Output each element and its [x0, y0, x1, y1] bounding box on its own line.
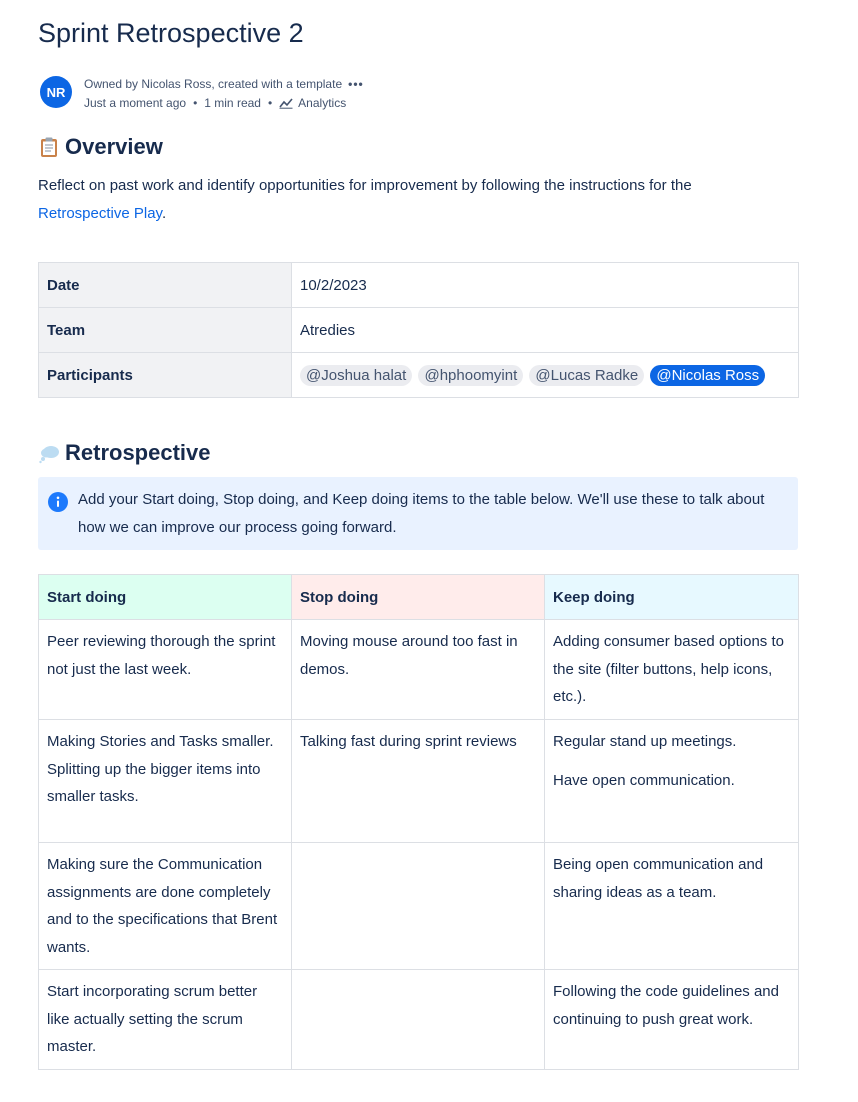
more-icon[interactable]: ••• [348, 77, 364, 91]
avatar[interactable]: NR [40, 76, 72, 108]
read-time: 1 min read [204, 96, 261, 110]
table-row: Peer reviewing thorough the sprint not j… [38, 619, 799, 720]
separator-dot: • [193, 96, 198, 110]
analytics-label: Analytics [298, 96, 347, 110]
start-doing-cell[interactable]: Making Stories and Tasks smaller. Splitt… [38, 719, 292, 843]
page-byline: NR Owned by Nicolas Ross, created with a… [40, 75, 640, 111]
overview-heading-text: Overview [65, 134, 163, 159]
table-row: Making Stories and Tasks smaller. Splitt… [38, 719, 799, 843]
table-row: Date 10/2/2023 [38, 262, 799, 308]
date-value[interactable]: 10/2/2023 [291, 262, 799, 308]
keep-doing-cell[interactable]: Adding consumer based options to the sit… [544, 619, 799, 720]
mention-lucas-radke[interactable]: @Lucas Radke [529, 364, 645, 386]
participants-value: @Joshua halat @hphoomyint @Lucas Radke @… [291, 352, 799, 398]
start-doing-cell[interactable]: Peer reviewing thorough the sprint not j… [38, 619, 292, 720]
team-value[interactable]: Atredies [291, 307, 799, 353]
info-panel: Add your Start doing, Stop doing, and Ke… [38, 477, 798, 550]
owner-text: Owned by Nicolas Ross, created with a te… [84, 77, 343, 91]
overview-period: . [161, 205, 167, 222]
team-label: Team [38, 307, 292, 353]
retro-board-table: Start doing Stop doing Keep doing Peer r… [38, 574, 799, 1070]
retrospective-play-link[interactable]: Retrospective Play [38, 205, 162, 222]
table-row: Start incorporating scrum better like ac… [38, 969, 799, 1070]
keep-doing-header: Keep doing [544, 574, 799, 620]
table-header-row: Start doing Stop doing Keep doing [38, 574, 799, 620]
start-doing-cell[interactable]: Making sure the Communication assignment… [38, 842, 292, 970]
analytics-link[interactable]: Analytics [279, 96, 346, 110]
last-updated[interactable]: Just a moment ago [84, 96, 186, 110]
start-doing-cell[interactable]: Start incorporating scrum better like ac… [38, 969, 292, 1070]
overview-description: Reflect on past work and identify opport… [38, 177, 692, 194]
info-panel-text: Add your Start doing, Stop doing, and Ke… [78, 491, 765, 536]
retrospective-heading-text: Retrospective [65, 440, 211, 465]
confluence-page: Sprint Retrospective 2 NR Owned by Nicol… [0, 0, 858, 1102]
start-doing-header: Start doing [38, 574, 292, 620]
page-title: Sprint Retrospective 2 [38, 18, 304, 48]
table-row: Making sure the Communication assignment… [38, 842, 799, 970]
stop-doing-cell[interactable]: Talking fast during sprint reviews [291, 719, 545, 843]
analytics-icon [279, 98, 293, 109]
overview-heading: Overview [38, 134, 163, 160]
stop-doing-cell[interactable] [291, 842, 545, 970]
keep-doing-cell[interactable]: Following the code guidelines and contin… [544, 969, 799, 1070]
mention-joshua-halat[interactable]: @Joshua halat [300, 364, 413, 386]
stop-doing-header: Stop doing [291, 574, 545, 620]
participants-label: Participants [38, 352, 292, 398]
table-row: Participants @Joshua halat @hphoomyint @… [38, 352, 799, 398]
keep-doing-item: Regular stand up meetings. [553, 733, 737, 750]
keep-doing-cell[interactable]: Regular stand up meetings. Have open com… [544, 719, 799, 843]
table-row: Team Atredies [38, 307, 799, 353]
date-label: Date [38, 262, 292, 308]
stop-doing-cell[interactable]: Moving mouse around too fast in demos. [291, 619, 545, 720]
keep-doing-cell[interactable]: Being open communication and sharing ide… [544, 842, 799, 970]
keep-doing-item: Have open communication. [553, 771, 735, 789]
meta-line: Just a moment ago • 1 min read • Analytics [84, 96, 346, 110]
owner-line: Owned by Nicolas Ross, created with a te… [84, 77, 364, 91]
mention-nicolas-ross[interactable]: @Nicolas Ross [650, 364, 766, 386]
overview-text: Reflect on past work and identify opport… [38, 172, 798, 228]
retro-details-table: Date 10/2/2023 Team Atredies Participant… [38, 262, 799, 398]
thought-balloon-emoji-icon [39, 446, 59, 464]
clipboard-emoji-icon [41, 137, 57, 157]
stop-doing-cell[interactable] [291, 969, 545, 1070]
separator-dot: • [267, 96, 273, 110]
mention-hphoomyint[interactable]: @hphoomyint [418, 364, 524, 386]
info-icon [48, 492, 68, 512]
retrospective-heading: Retrospective [38, 440, 211, 466]
